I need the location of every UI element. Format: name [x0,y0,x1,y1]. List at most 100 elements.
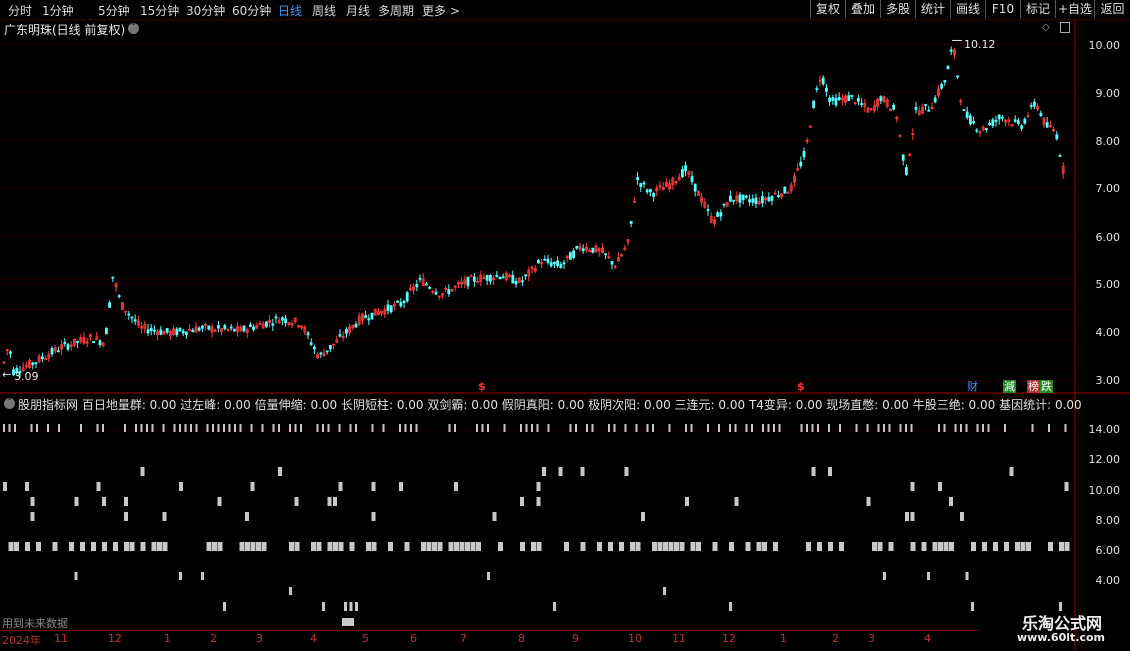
signal-mark [987,424,990,432]
signal-mark [3,482,7,491]
period-daily[interactable]: 日线 [278,2,302,19]
signal-mark [652,424,654,432]
fuquan-button[interactable]: 复权 [810,0,845,18]
candle-body [1055,134,1059,140]
signal-mark [278,424,280,432]
candle-body [805,140,809,142]
period-weekly[interactable]: 周线 [312,2,336,19]
period-more[interactable]: 更多 > [422,2,460,19]
candle-body [316,353,320,359]
candle-body [847,95,851,101]
period-monthly[interactable]: 月线 [346,2,370,19]
dividend-marker-icon[interactable]: $ [797,380,805,393]
year-label: 2024年 [2,634,41,647]
candle-body [143,324,147,329]
candle-body [767,197,771,202]
diamond-icon[interactable]: ◇ [1042,22,1050,33]
candle-body [290,322,294,326]
back-button[interactable]: 返回 [1094,0,1130,18]
signal-mark [47,424,49,432]
candle-body [245,329,249,333]
candle-body [841,97,844,101]
mark-button[interactable]: 标记 [1020,0,1055,18]
signal-mark [481,424,484,432]
signal-mark [905,424,907,432]
price-tick: 9.00 [1095,87,1121,100]
signal-mark [245,512,249,521]
price-tick: 5.00 [1095,278,1121,291]
candle-body [652,193,655,197]
candle-body [799,161,803,167]
candle-body [223,325,227,329]
candle-body [575,246,579,249]
indicator-tick: 10.00 [1088,484,1121,497]
chevron-down-icon[interactable]: ˅ [4,398,15,409]
signal-mark [910,512,915,521]
period-1min[interactable]: 1分钟 [42,2,74,19]
candle-body [2,361,6,364]
candle-body [376,311,380,315]
reduce-badge[interactable]: 減 [1003,380,1016,393]
signal-mark [960,512,964,521]
signal-mark [371,482,376,491]
signal-mark [806,424,808,432]
candle-body [812,100,815,108]
signal-mark [223,602,226,611]
signal-mark [872,542,877,551]
candle-body [34,362,38,365]
signal-mark [201,572,204,580]
signal-mark [25,542,30,551]
period-60min[interactable]: 60分钟 [232,2,271,19]
candle-body [428,287,432,289]
candle-body [108,302,111,308]
signal-mark [734,424,737,432]
candle-body [671,177,675,186]
dividend-marker-icon[interactable]: $ [478,380,486,393]
candle-body [770,195,774,201]
candle-body [946,66,950,70]
overlay-button[interactable]: 叠加 [845,0,880,18]
signal-mark [355,424,357,432]
panel-toggle-icon[interactable] [1060,22,1070,33]
period-multi[interactable]: 多周期 [378,2,414,19]
candle-body [341,336,345,338]
candle-body [882,96,886,103]
signal-mark [338,542,344,551]
f10-button[interactable]: F10 [985,0,1020,18]
signal-mark [954,424,957,432]
candle-body [1052,129,1055,132]
candle-body [905,167,908,176]
period-fenshi[interactable]: 分时 [8,2,32,19]
candle-body [408,288,412,291]
candle-body [684,165,687,172]
candle-body [66,344,70,350]
chevron-down-icon[interactable]: ˅ [128,23,139,34]
candle-body [559,264,563,269]
candle-body [229,326,233,329]
candle-body [722,203,726,206]
signal-mark [910,542,916,551]
candle-body [601,247,604,254]
signal-mark [839,542,844,551]
multi-stock-button[interactable]: 多股 [880,0,915,18]
drop-badge[interactable]: 跌 [1040,380,1053,393]
signal-mark [866,497,871,506]
signal-mark [778,424,781,432]
period-15min[interactable]: 15分钟 [140,2,179,19]
signal-mark [608,542,613,551]
signal-mark [124,542,129,551]
add-watchlist-button[interactable]: +自选 [1055,0,1094,18]
signal-mark [619,542,624,551]
period-5min[interactable]: 5分钟 [98,2,130,19]
signal-mark [558,467,563,476]
finance-badge[interactable]: 财 [966,380,979,393]
candle-body [479,275,483,283]
draw-line-button[interactable]: 画线 [950,0,985,18]
candle-body [309,342,313,345]
signal-mark [1009,467,1014,476]
period-30min[interactable]: 30分钟 [186,2,225,19]
rank-badge[interactable]: 榜 [1027,380,1040,393]
candle-body [649,189,652,193]
signal-mark [289,424,291,432]
statistics-button[interactable]: 统计 [915,0,950,18]
